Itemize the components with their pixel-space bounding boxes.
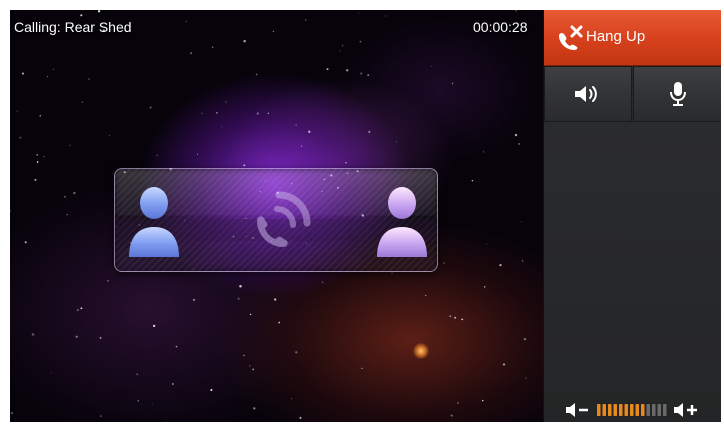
volume-segment (657, 404, 661, 416)
volume-segment (602, 404, 606, 416)
phone-hangup-icon (559, 25, 583, 50)
caller-avatar-icon (129, 187, 179, 257)
volume-segment (646, 404, 650, 416)
call-view: Calling: Rear Shed 00:00:28 (10, 10, 543, 422)
panel-body (544, 122, 721, 422)
call-card (114, 168, 438, 272)
volume-down-icon[interactable] (564, 400, 592, 420)
volume-control (544, 398, 721, 422)
volume-segment (608, 404, 612, 416)
call-control-panel: Hang Up (543, 10, 721, 422)
volume-segment (635, 404, 639, 416)
speaker-icon (575, 86, 597, 102)
volume-segment (641, 404, 645, 416)
volume-segment (652, 404, 656, 416)
volume-segment (624, 404, 628, 416)
display: Calling: Rear Shed 00:00:28 Hang Up (10, 10, 721, 422)
volume-segment (630, 404, 634, 416)
call-status-title: Calling: Rear Shed (14, 19, 132, 35)
volume-segment (619, 404, 623, 416)
nebula-glow (413, 343, 429, 359)
volume-up-icon[interactable] (672, 400, 700, 420)
intercom-screen: Calling: Rear Shed 00:00:28 Hang Up (0, 0, 724, 425)
microphone-icon (669, 82, 686, 106)
callee-avatar-icon (377, 187, 427, 257)
call-timer: 00:00:28 (473, 19, 528, 35)
hang-up-button[interactable]: Hang Up (544, 10, 721, 66)
speaker-button[interactable] (544, 66, 632, 122)
volume-segment (663, 404, 667, 416)
hang-up-label: Hang Up (586, 28, 646, 45)
ringing-phone-icon (257, 191, 311, 247)
volume-level-meter[interactable] (596, 403, 670, 417)
volume-segment (613, 404, 617, 416)
microphone-button[interactable] (633, 66, 721, 122)
volume-segment (597, 404, 601, 416)
